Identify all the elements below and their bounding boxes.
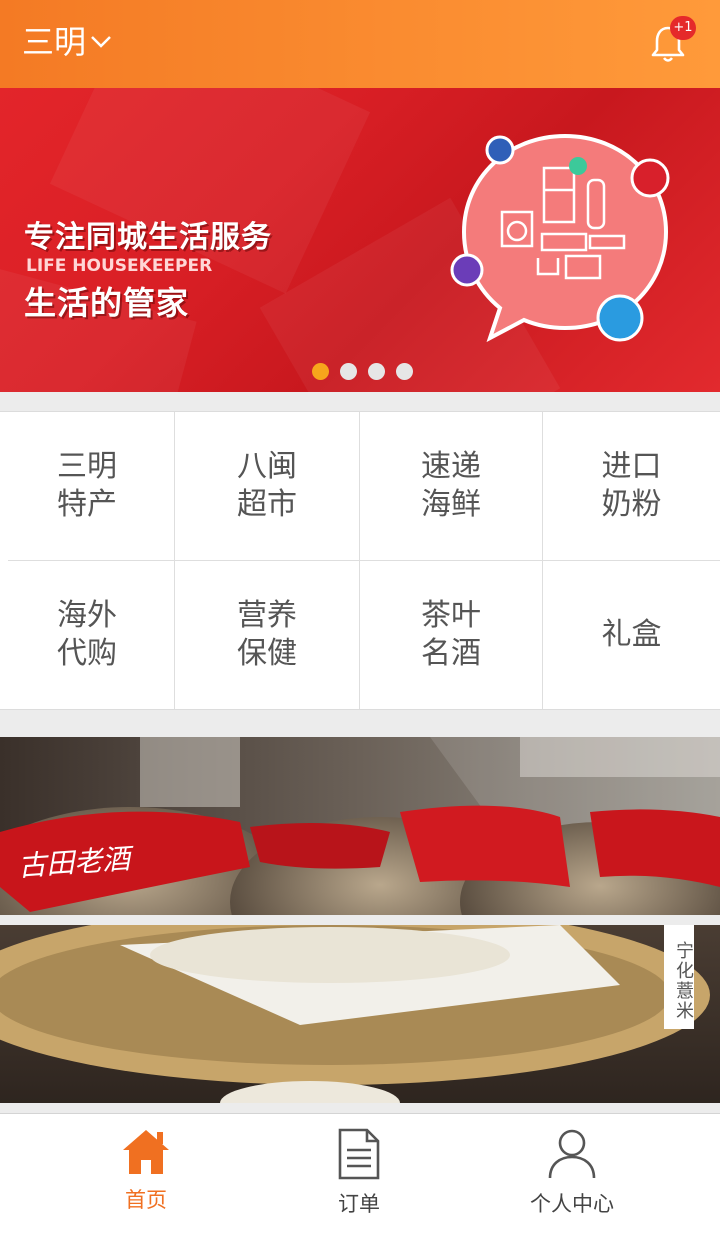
home-icon (123, 1130, 169, 1174)
banner-headline: 专注同城生活服务 (24, 220, 272, 255)
carousel-dot-3[interactable] (368, 363, 385, 380)
carousel-dot-1[interactable] (312, 363, 329, 380)
banner-tagline: 生活的管家 (24, 284, 190, 322)
coix-seed-photo (0, 925, 720, 1103)
promo-logo-text: 古田老酒 (17, 842, 132, 883)
tab-home[interactable]: 首页 (66, 1128, 226, 1228)
notification-button[interactable]: +1 (650, 16, 696, 66)
category-tea-liquor[interactable]: 茶叶 名酒 (360, 561, 542, 709)
category-overseas-purchase[interactable]: 海外 代购 (0, 561, 174, 709)
carousel-indicators (312, 363, 413, 380)
category-nutrition-health[interactable]: 营养 保健 (175, 561, 359, 709)
tab-orders[interactable]: 订单 (279, 1128, 439, 1228)
banner-english: LIFE HOUSEKEEPER (26, 256, 213, 276)
city-selector[interactable]: 三明 (22, 20, 112, 64)
tab-orders-label: 订单 (338, 1192, 380, 1216)
bottom-tab-bar: 首页 订单 个人中心 (0, 1113, 720, 1236)
city-name: 三明 (22, 23, 87, 61)
app-header: 三明 +1 (0, 0, 720, 88)
category-express-seafood[interactable]: 速递 海鲜 (360, 412, 542, 560)
category-gift-box[interactable]: 礼盒 (543, 561, 720, 709)
chevron-down-icon (91, 36, 111, 48)
tab-home-label: 首页 (125, 1188, 167, 1212)
category-sanming-specialty[interactable]: 三明 特产 (0, 412, 174, 560)
appliance-badge-icons (450, 135, 670, 342)
carousel-dot-4[interactable] (396, 363, 413, 380)
category-grid: 三明 特产 八闽 超市 速递 海鲜 进口 奶粉 海外 代购 营养 保健 茶叶 名酒 礼盒 (0, 411, 720, 710)
carousel-dot-2[interactable] (340, 363, 357, 380)
category-bamin-supermarket[interactable]: 八闽 超市 (175, 412, 359, 560)
notification-badge: +1 (670, 16, 696, 40)
wine-jars-photo (0, 737, 720, 915)
document-icon (338, 1128, 380, 1180)
banner-carousel[interactable]: 专注同城生活服务 LIFE HOUSEKEEPER 生活的管家 (0, 88, 720, 392)
category-imported-milk-powder[interactable]: 进口 奶粉 (543, 412, 720, 560)
tab-profile[interactable]: 个人中心 (492, 1128, 652, 1228)
promo-label: 宁化薏米 (664, 925, 694, 1029)
promo-gutian-wine[interactable]: 古田老酒 (0, 737, 720, 915)
user-icon (548, 1129, 596, 1179)
promo-ninghua-coix[interactable]: 宁化薏米 (0, 925, 720, 1103)
tab-profile-label: 个人中心 (530, 1192, 614, 1216)
